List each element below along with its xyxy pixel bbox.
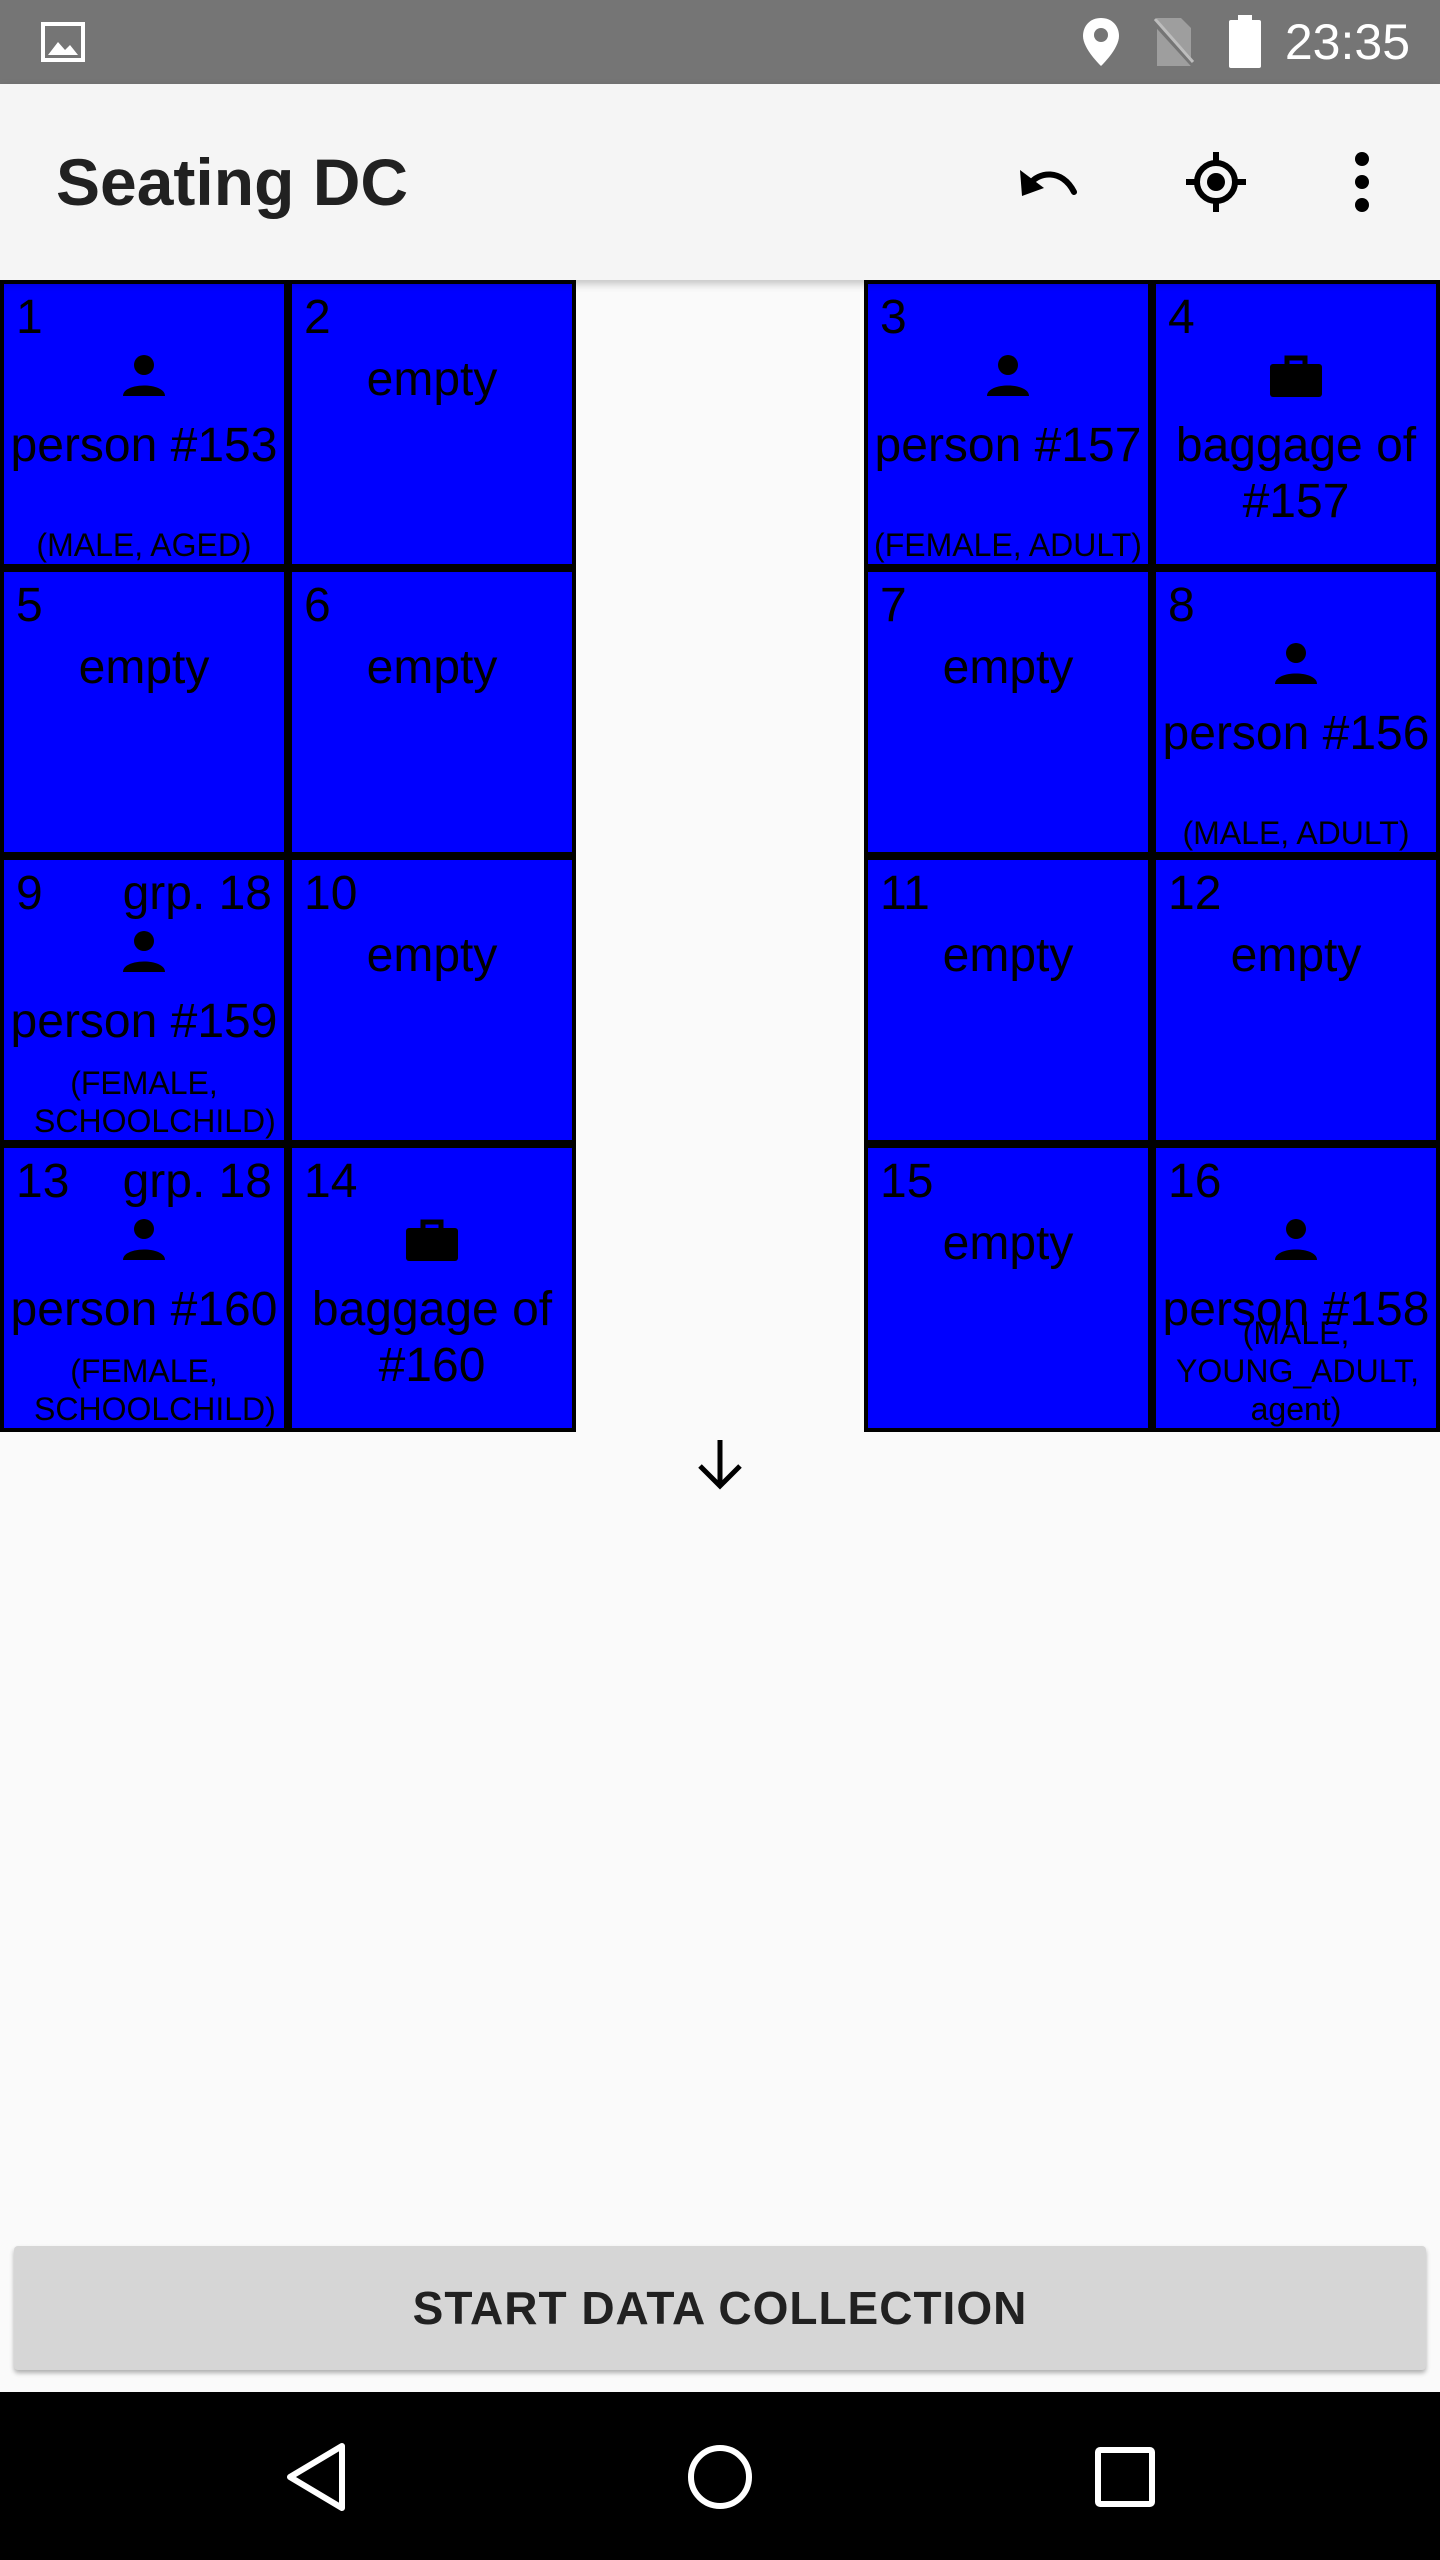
seat-8[interactable]: 8 person #156 (MALE, ADULT) bbox=[1152, 568, 1440, 856]
seat-label: person #153 bbox=[10, 419, 278, 472]
seat-label: baggage of #157 bbox=[1175, 419, 1417, 528]
person-icon bbox=[4, 930, 284, 984]
location-icon bbox=[1076, 0, 1126, 84]
recents-icon bbox=[1095, 2447, 1155, 2507]
person-icon bbox=[4, 1218, 284, 1272]
seat-4[interactable]: 4 baggage of #157 bbox=[1152, 280, 1440, 568]
recents-button[interactable] bbox=[1070, 2422, 1180, 2532]
start-data-collection-button[interactable]: START DATA COLLECTION bbox=[14, 2246, 1426, 2370]
seat-label: person #157 bbox=[874, 419, 1142, 472]
seat-9[interactable]: 9 grp. 18 person #159 (FEMALE, SCHOOLCHI… bbox=[0, 856, 288, 1144]
back-button[interactable] bbox=[262, 2422, 372, 2532]
seat-14[interactable]: 14 baggage of #160 bbox=[288, 1144, 576, 1432]
app-title: Seating DC bbox=[56, 145, 409, 219]
back-icon bbox=[287, 2443, 345, 2511]
seat-number: 16 bbox=[1168, 1155, 1222, 1208]
seat-detail: (MALE, ADULT) bbox=[1182, 815, 1410, 851]
seat-detail: (FEMALE, ADULT) bbox=[874, 527, 1142, 563]
home-button[interactable] bbox=[665, 2422, 775, 2532]
seat-detail: (FEMALE, SCHOOLCHILD) bbox=[34, 1065, 276, 1139]
baggage-icon bbox=[1156, 354, 1436, 408]
seat-number: 9 bbox=[16, 867, 43, 920]
person-icon bbox=[4, 354, 284, 408]
undo-button[interactable] bbox=[988, 122, 1108, 242]
seat-label: empty bbox=[942, 641, 1074, 694]
seat-number: 1 bbox=[16, 291, 43, 344]
seat-detail: (MALE, AGED) bbox=[36, 527, 252, 563]
seat-number: 4 bbox=[1168, 291, 1195, 344]
seat-number: 11 bbox=[880, 867, 930, 920]
seat-label: empty bbox=[366, 641, 498, 694]
seat-number: 10 bbox=[304, 867, 358, 920]
seat-13[interactable]: 13 grp. 18 person #160 (FEMALE, SCHOOLCH… bbox=[0, 1144, 288, 1432]
seat-label: baggage of #160 bbox=[311, 1283, 553, 1392]
seat-number: 12 bbox=[1168, 867, 1222, 920]
seat-11[interactable]: 11 empty bbox=[864, 856, 1152, 1144]
status-bar: 23:35 bbox=[0, 0, 1440, 84]
seat-number: 13 bbox=[16, 1155, 70, 1208]
more-options-button[interactable] bbox=[1302, 122, 1422, 242]
locate-icon bbox=[1186, 152, 1246, 212]
seat-number: 15 bbox=[880, 1155, 934, 1208]
status-time: 23:35 bbox=[1284, 14, 1410, 70]
seat-6[interactable]: 6 empty bbox=[288, 568, 576, 856]
seat-label: person #159 bbox=[10, 995, 278, 1048]
app-bar: Seating DC bbox=[0, 84, 1440, 280]
no-sim-icon bbox=[1148, 0, 1198, 84]
seat-label: empty bbox=[942, 1217, 1074, 1270]
person-icon bbox=[1156, 642, 1436, 696]
person-icon bbox=[1156, 1218, 1436, 1272]
seat-5[interactable]: 5 empty bbox=[0, 568, 288, 856]
seat-label: empty bbox=[1230, 929, 1362, 982]
arrow-down-icon bbox=[696, 1438, 744, 1490]
seat-number: 2 bbox=[304, 291, 331, 344]
seat-number: 8 bbox=[1168, 579, 1195, 632]
seat-10[interactable]: 10 empty bbox=[288, 856, 576, 1144]
seat-label: empty bbox=[366, 353, 498, 406]
seat-16[interactable]: 16 person #158 (MALE, YOUNG_ADULT, agent… bbox=[1152, 1144, 1440, 1432]
seat-number: 5 bbox=[16, 579, 43, 632]
image-icon bbox=[38, 0, 88, 84]
group-label: grp. 18 bbox=[122, 1155, 272, 1208]
seat-label: person #156 bbox=[1162, 707, 1430, 760]
seat-label: empty bbox=[942, 929, 1074, 982]
seat-detail: (MALE, YOUNG_ADULT, agent) bbox=[1176, 1315, 1420, 1427]
seat-7[interactable]: 7 empty bbox=[864, 568, 1152, 856]
seat-1[interactable]: 1 person #153 (MALE, AGED) bbox=[0, 280, 288, 568]
seat-number: 14 bbox=[304, 1155, 358, 1208]
seat-number: 3 bbox=[880, 291, 907, 344]
seat-label: person #160 bbox=[10, 1283, 278, 1336]
group-label: grp. 18 bbox=[122, 867, 272, 920]
seat-detail: (FEMALE, SCHOOLCHILD) bbox=[34, 1353, 276, 1427]
seat-15[interactable]: 15 empty bbox=[864, 1144, 1152, 1432]
seat-label: empty bbox=[366, 929, 498, 982]
home-icon bbox=[688, 2445, 752, 2509]
seat-3[interactable]: 3 person #157 (FEMALE, ADULT) bbox=[864, 280, 1152, 568]
more-vert-icon bbox=[1355, 152, 1369, 212]
seat-2[interactable]: 2 empty bbox=[288, 280, 576, 568]
seat-number: 7 bbox=[880, 579, 907, 632]
undo-icon bbox=[1020, 170, 1077, 196]
baggage-icon bbox=[292, 1218, 572, 1272]
seat-number: 6 bbox=[304, 579, 331, 632]
navigation-bar bbox=[0, 2392, 1440, 2560]
battery-icon bbox=[1220, 0, 1270, 84]
locate-button[interactable] bbox=[1156, 122, 1276, 242]
person-icon bbox=[868, 354, 1148, 408]
seat-12[interactable]: 12 empty bbox=[1152, 856, 1440, 1144]
seat-label: empty bbox=[78, 641, 210, 694]
